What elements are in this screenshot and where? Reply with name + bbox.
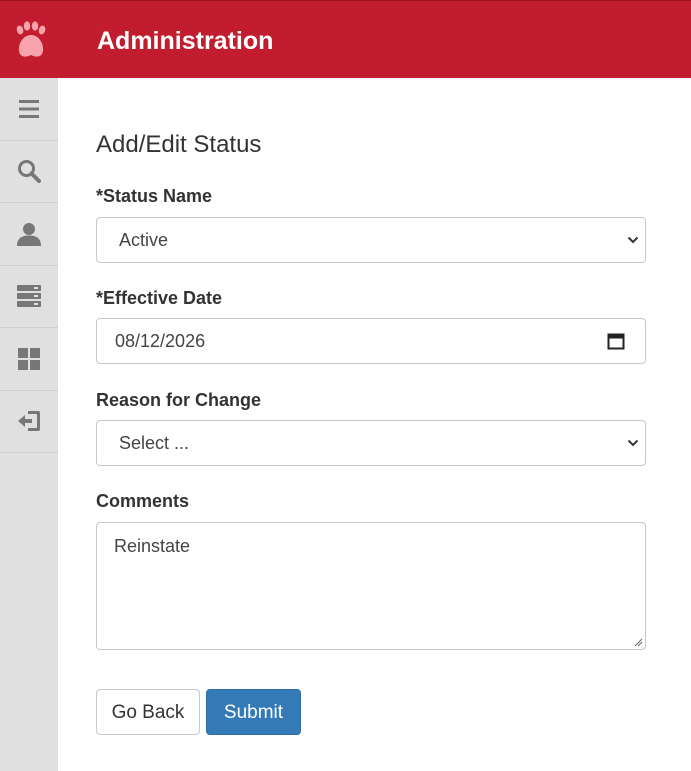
app-header: Administration — [0, 0, 691, 78]
reason-value: Select ... — [119, 433, 190, 453]
sidebar-item-menu[interactable] — [0, 78, 58, 141]
sidebar-item-signout[interactable] — [0, 391, 58, 453]
comments-label: Comments — [96, 491, 190, 511]
server-list-icon — [17, 285, 41, 308]
sidebar-item-server[interactable] — [0, 266, 58, 328]
user-icon — [17, 222, 41, 246]
resize-handle-icon[interactable] — [633, 637, 643, 647]
chevron-down-icon — [627, 439, 639, 447]
submit-button[interactable]: Submit — [206, 689, 301, 735]
hamburger-menu-icon — [19, 99, 39, 118]
sidebar-item-dashboard[interactable] — [0, 328, 58, 391]
search-icon — [18, 160, 41, 184]
sign-out-icon — [18, 411, 40, 432]
effective-date-field[interactable]: 08/12/2026 — [96, 318, 646, 364]
go-back-button[interactable]: Go Back — [96, 689, 200, 735]
main-content: Add/Edit Status *Status Name Active *Eff… — [58, 78, 691, 771]
sidebar-item-search[interactable] — [0, 141, 58, 203]
app-title: Administration — [97, 27, 274, 55]
reason-select[interactable]: Select ... — [96, 420, 646, 466]
comments-value: Reinstate — [114, 536, 191, 556]
status-name-label: *Status Name — [96, 186, 213, 206]
sidebar-item-user[interactable] — [0, 203, 58, 266]
sidebar — [0, 78, 58, 771]
status-name-value: Active — [119, 230, 169, 250]
paw-icon[interactable] — [10, 21, 50, 61]
comments-textarea[interactable]: Reinstate — [96, 522, 646, 650]
chevron-down-icon — [627, 236, 639, 244]
calendar-icon[interactable] — [607, 332, 625, 350]
reason-label: Reason for Change — [96, 390, 262, 410]
page-title: Add/Edit Status — [96, 131, 262, 158]
effective-date-label: *Effective Date — [96, 288, 223, 308]
effective-date-value: 08/12/2026 — [115, 331, 206, 351]
dashboard-grid-icon — [18, 347, 40, 370]
status-name-select[interactable]: Active — [96, 217, 646, 263]
